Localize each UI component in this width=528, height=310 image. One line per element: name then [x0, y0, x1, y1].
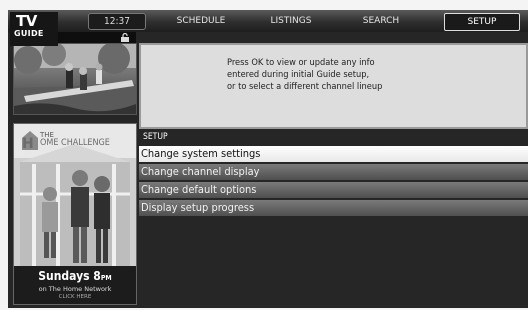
tv-guide-logo: TV GUIDE: [10, 12, 58, 46]
info-line: or to select a different channel lineup: [227, 81, 383, 92]
ad-network: on The Home Network: [38, 285, 112, 293]
top-nav-bar: 12:37 SCHEDULE LISTINGS SEARCH SETUP: [8, 10, 528, 32]
menu-item-display-setup-progress[interactable]: Display setup progress: [139, 200, 528, 216]
ad-day-suffix: PM: [100, 274, 112, 282]
ad-airtime: Sundays 8PM: [14, 269, 136, 283]
logo-line1: TV: [16, 12, 37, 30]
tab-listings[interactable]: LISTINGS: [256, 13, 326, 29]
home-challenge-ad[interactable]: THE H OME CHALLENGE Sundays 8PM on The H…: [13, 123, 137, 305]
guide-screen: 12:37 SCHEDULE LISTINGS SEARCH SETUP TV …: [8, 10, 528, 308]
tab-search[interactable]: SEARCH: [346, 13, 416, 29]
tab-setup[interactable]: SETUP: [444, 13, 520, 31]
info-panel: Press OK to view or update any info ente…: [139, 43, 528, 129]
logo-line2: GUIDE: [14, 29, 44, 38]
ad-day: Sundays 8: [38, 269, 101, 283]
ad-cta[interactable]: CLICK HERE: [14, 294, 136, 300]
info-text: Press OK to view or update any info ente…: [227, 57, 467, 93]
video-scene-image: [14, 44, 136, 114]
menu-title: SETUP: [143, 132, 168, 142]
ad-brand-letter: H: [22, 136, 34, 152]
tab-schedule[interactable]: SCHEDULE: [166, 13, 236, 29]
info-line: entered during initial Guide setup,: [227, 69, 370, 80]
padlock-icon: [121, 33, 129, 42]
live-video-preview[interactable]: [13, 43, 137, 115]
menu-item-change-system-settings[interactable]: Change system settings: [139, 146, 528, 162]
clock: 12:37: [88, 13, 146, 30]
ad-brand-name: OME CHALLENGE: [40, 138, 110, 148]
menu-item-change-default-options[interactable]: Change default options: [139, 182, 528, 198]
menu-item-change-channel-display[interactable]: Change channel display: [139, 164, 528, 180]
info-line: Press OK to view or update any info: [227, 57, 375, 68]
